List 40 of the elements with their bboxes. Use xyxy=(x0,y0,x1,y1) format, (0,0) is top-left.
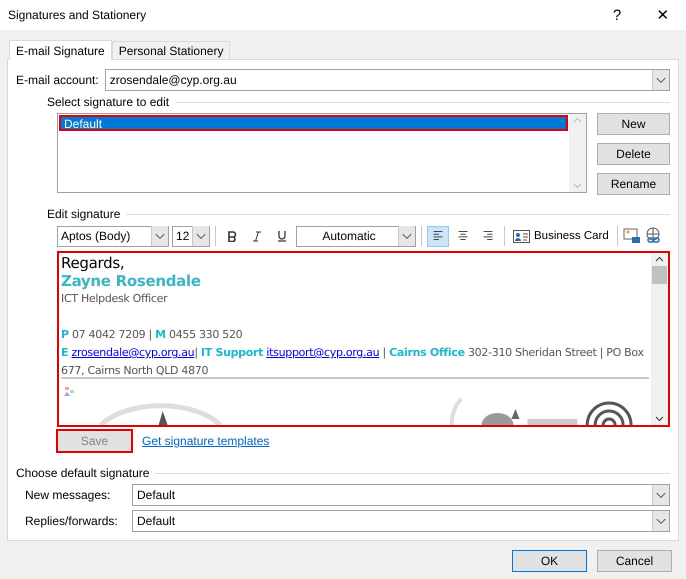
cancel-button[interactable]: Cancel xyxy=(597,550,672,572)
action-button[interactable]: Delete xyxy=(597,143,670,165)
templates-link[interactable]: Get signature templates xyxy=(142,434,270,448)
signature-editor[interactable] xyxy=(57,251,670,427)
help-button[interactable]: ? xyxy=(594,0,640,30)
color-dropdown[interactable]: Automatic xyxy=(296,226,416,246)
close-button[interactable]: ✕ xyxy=(640,0,686,30)
picture-icon[interactable] xyxy=(622,227,641,245)
list-item[interactable]: Default xyxy=(59,115,568,131)
signature-text: Zayne Rosendale xyxy=(61,272,202,290)
group-label: Choose default signature xyxy=(16,466,150,480)
contact-card-icon xyxy=(513,230,530,242)
font-dropdown[interactable]: Aptos (Body) xyxy=(57,226,169,246)
signature-text: ICT Helpdesk Officer xyxy=(61,291,169,307)
signature-dropdown[interactable]: Default xyxy=(132,484,670,506)
signature-text: E zrosendale@cyp.org.au| IT Support itsupport@cyp.org.au | Cairns Office 302-310 Sheridan Street | PO Box 677, Cairns North QLD 4870 xyxy=(61,345,645,374)
action-button[interactable]: New xyxy=(597,113,670,135)
tab[interactable]: Personal Stationery xyxy=(112,41,230,59)
action-button[interactable]: Rename xyxy=(597,173,670,195)
scroll-thumb[interactable] xyxy=(652,266,667,284)
size-dropdown[interactable]: 12 xyxy=(172,226,210,246)
account-dropdown[interactable]: zrosendale@cyp.org.au xyxy=(104,69,670,91)
email-link[interactable]: zrosendale@cyp.org.au xyxy=(72,346,194,359)
scroll-down-icon[interactable] xyxy=(655,416,664,422)
signature-text: Regards, xyxy=(61,254,126,272)
group-label: Edit signature xyxy=(47,207,120,221)
link-icon[interactable] xyxy=(644,227,662,245)
signature-text: P 07 4042 7209 | M 0455 330 520 xyxy=(61,327,244,343)
account-label: E-mail account: xyxy=(16,73,99,87)
ok-button[interactable]: OK xyxy=(512,550,587,572)
scroll-up-icon[interactable] xyxy=(655,256,664,262)
window-title: Signatures and Stationery xyxy=(8,8,148,22)
email-link[interactable]: itsupport@cyp.org.au xyxy=(266,346,380,359)
tab[interactable]: E-mail Signature xyxy=(9,40,112,60)
group-label: Select signature to edit xyxy=(47,95,170,109)
field-label: New messages: xyxy=(25,488,110,502)
signature-dropdown[interactable]: Default xyxy=(132,510,670,532)
align-left-icon[interactable] xyxy=(427,226,449,246)
business-card-button[interactable]: Business Card xyxy=(510,226,612,246)
field-label: Replies/forwards: xyxy=(25,514,118,528)
